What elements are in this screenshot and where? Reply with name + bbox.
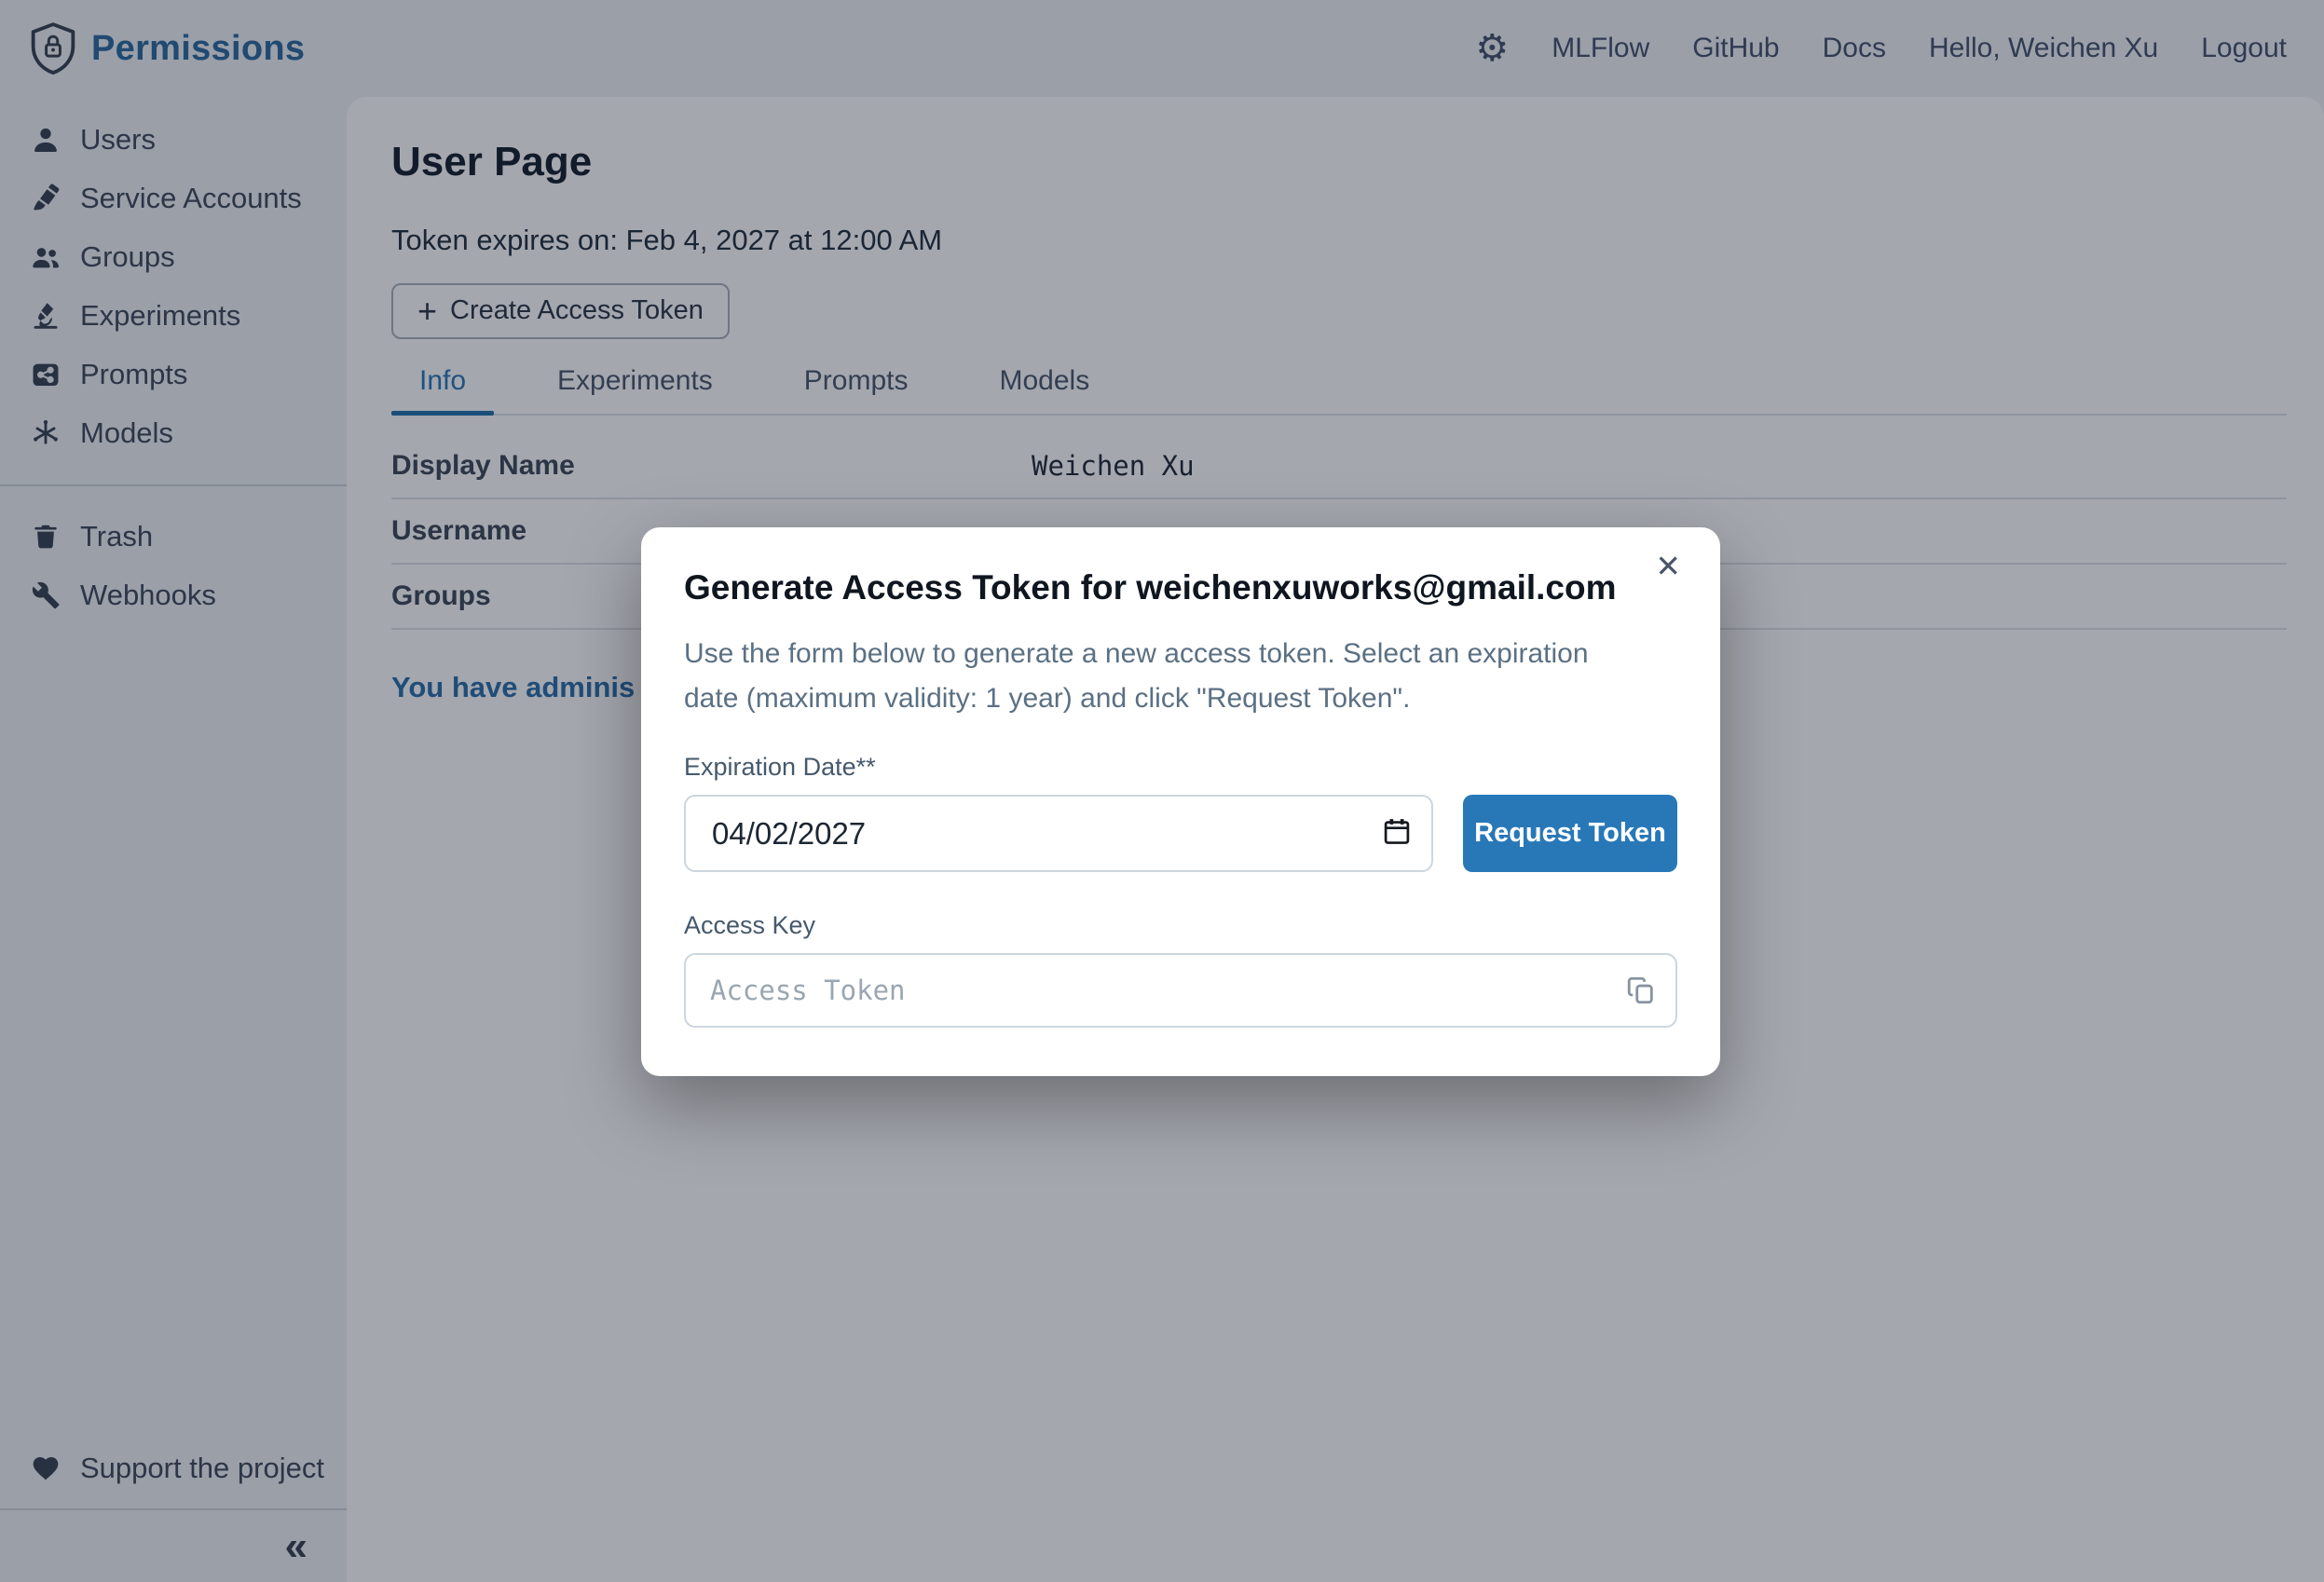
app-screen: Permissions ⚙ MLFlow GitHub Docs Hello, …: [0, 0, 2324, 1582]
copy-icon[interactable]: [1625, 975, 1657, 1006]
request-token-button[interactable]: Request Token: [1463, 795, 1677, 872]
close-icon[interactable]: ✕: [1649, 550, 1687, 582]
date-field-wrap: [684, 795, 1433, 872]
access-token-input[interactable]: [684, 953, 1677, 1028]
modal-title: Generate Access Token for weichenxuworks…: [684, 566, 1677, 609]
modal-description: Use the form below to generate a new acc…: [684, 632, 1644, 721]
expiration-date-input[interactable]: [684, 795, 1433, 872]
expiration-form-row: Request Token: [684, 795, 1677, 872]
calendar-icon[interactable]: [1381, 815, 1413, 852]
access-key-field-wrap: [684, 953, 1677, 1028]
generate-token-modal: ✕ Generate Access Token for weichenxuwor…: [641, 527, 1720, 1076]
expiration-date-label: Expiration Date**: [684, 753, 1677, 782]
access-key-label: Access Key: [684, 911, 1677, 940]
